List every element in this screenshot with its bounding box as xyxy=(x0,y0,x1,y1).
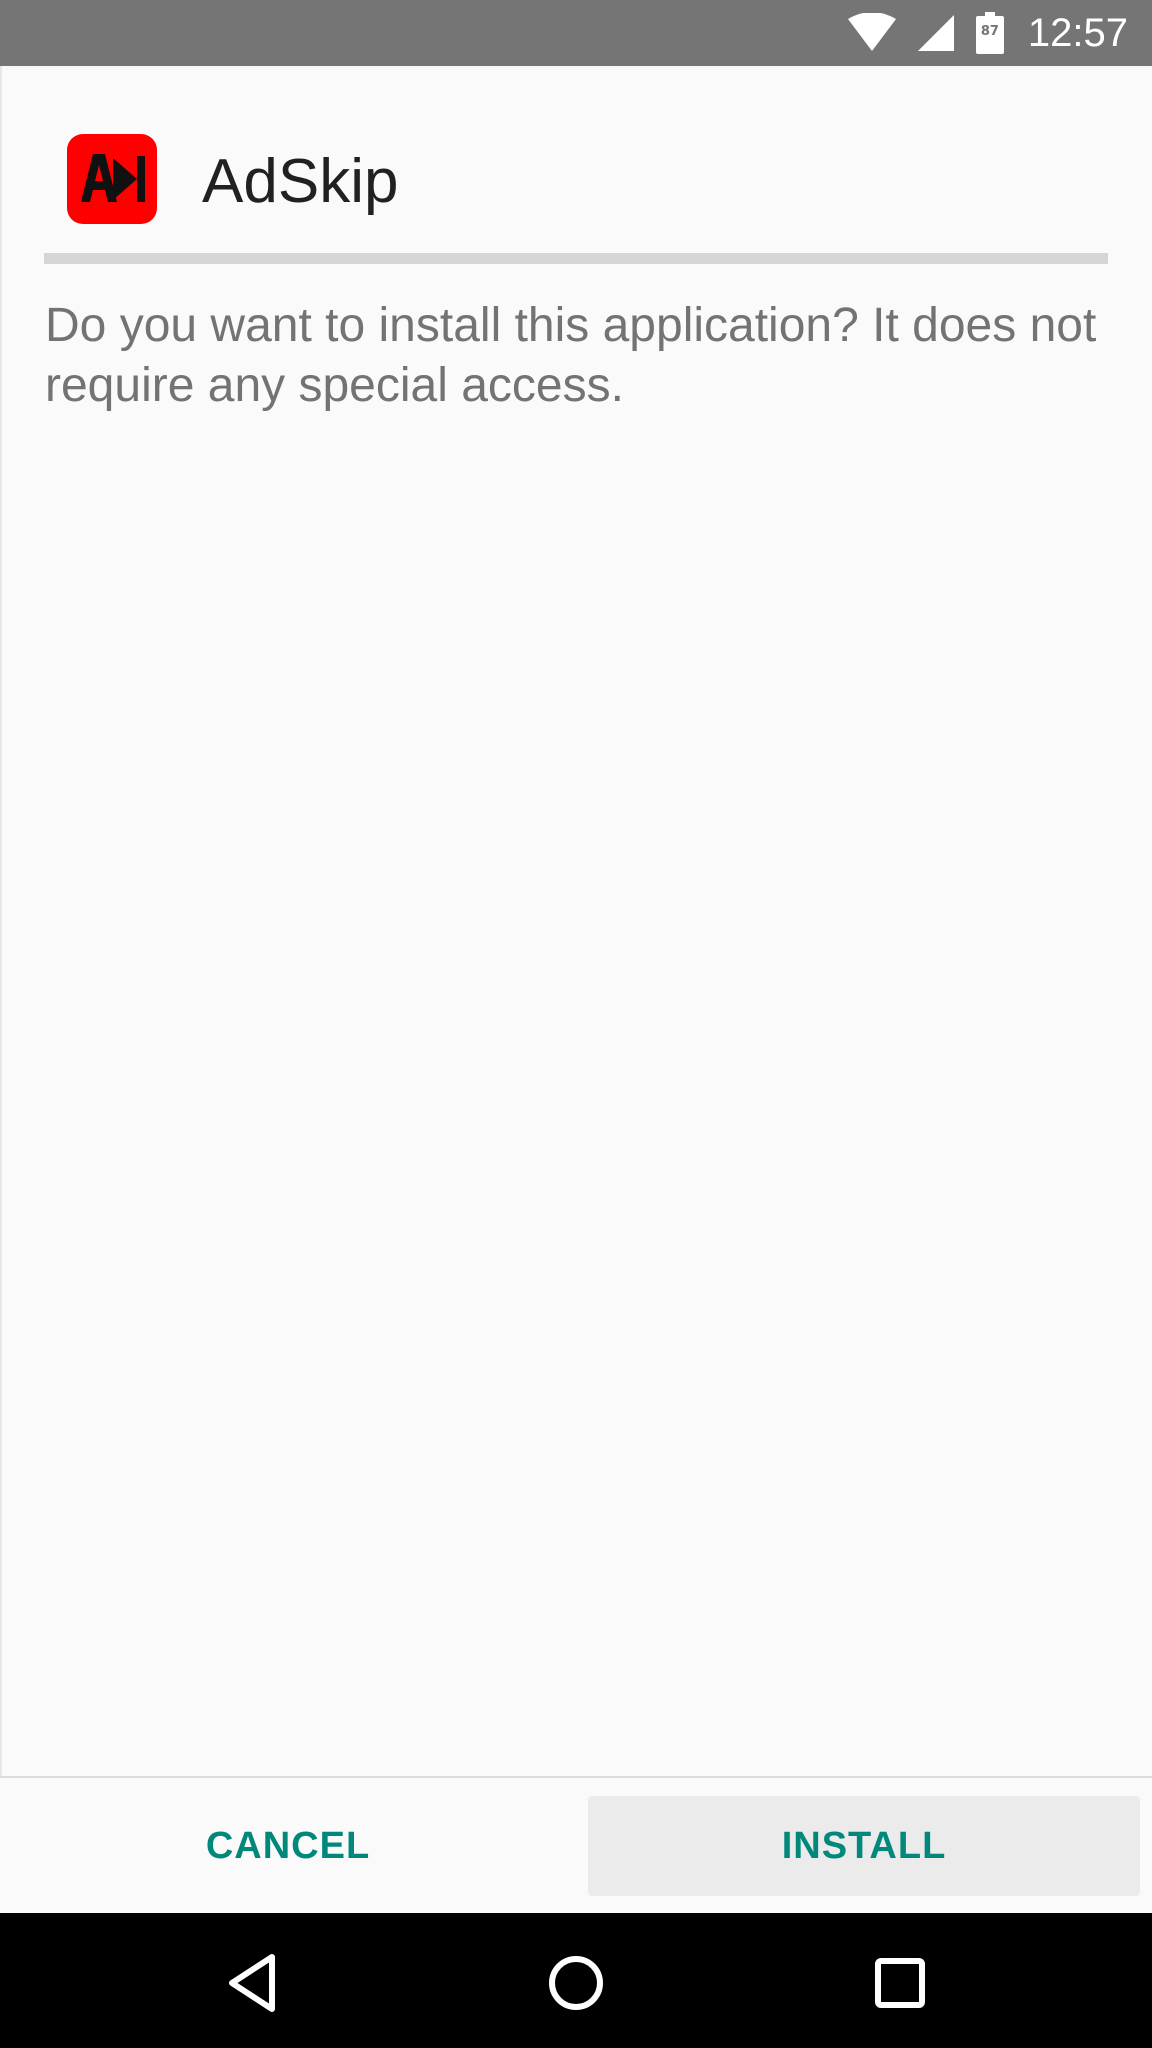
cancel-button[interactable]: CANCEL xyxy=(0,1796,576,1896)
adskip-logo-icon xyxy=(67,134,157,224)
battery-icon: 87 xyxy=(975,12,1004,54)
header-divider xyxy=(44,253,1108,264)
install-button[interactable]: INSTALL xyxy=(588,1796,1140,1896)
install-message: Do you want to install this application?… xyxy=(45,299,1097,412)
app-name: AdSkip xyxy=(202,147,399,216)
left-edge-line xyxy=(0,66,2,1776)
cell-signal-icon xyxy=(916,13,956,53)
navigation-bar xyxy=(0,1913,1152,2048)
clock: 12:57 xyxy=(1027,10,1128,55)
wifi-icon xyxy=(847,13,896,53)
back-icon[interactable] xyxy=(214,1943,294,2023)
battery-level: 87 xyxy=(980,24,999,39)
status-icons: 87 12:57 xyxy=(847,0,1128,66)
home-icon[interactable] xyxy=(536,1943,616,2023)
recents-icon[interactable] xyxy=(860,1943,940,2023)
status-bar: 87 12:57 xyxy=(0,0,1152,66)
app-header: AdSkip xyxy=(0,66,1152,266)
installer-screen: 87 12:57 AdSkip Do you want to install t… xyxy=(0,0,1152,2048)
button-bar-divider xyxy=(0,1776,1152,1778)
